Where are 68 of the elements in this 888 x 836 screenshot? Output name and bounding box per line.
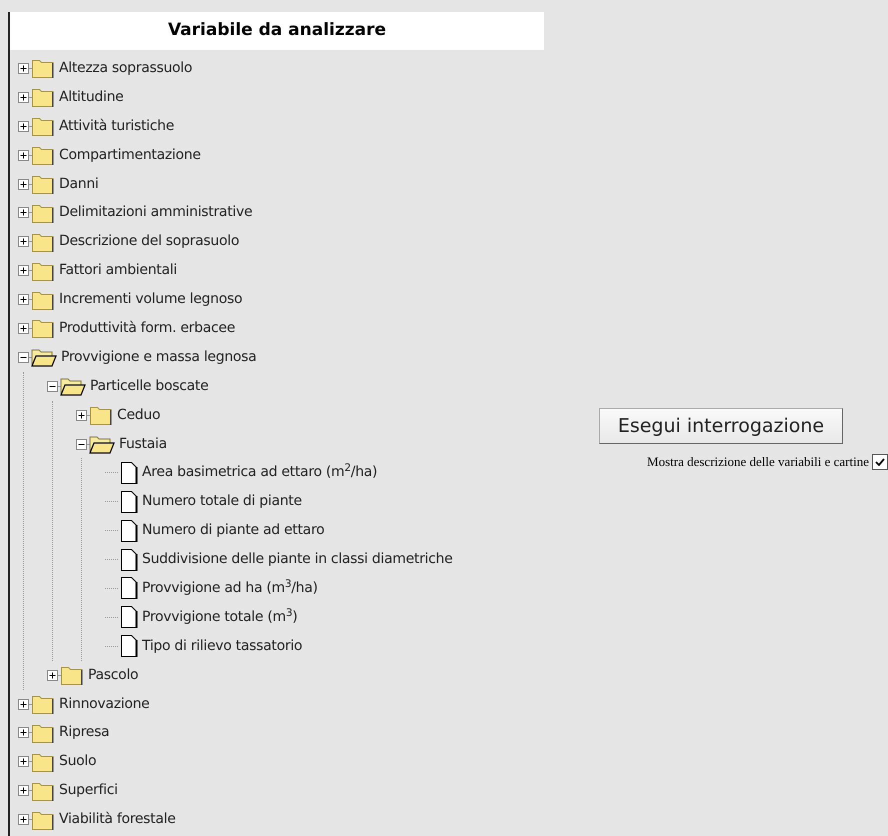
expand-icon[interactable] xyxy=(18,92,29,103)
expand-icon[interactable] xyxy=(18,207,29,218)
tree-item[interactable]: Compartimentazione xyxy=(59,144,201,166)
collapse-icon[interactable] xyxy=(47,380,58,392)
tree-item[interactable]: Descrizione del soprasuolo xyxy=(59,231,240,252)
tree-item[interactable]: Numero di piante ad ettaro xyxy=(142,520,324,542)
folder-icon xyxy=(31,115,55,138)
expand-icon[interactable] xyxy=(76,410,87,421)
document-icon xyxy=(120,460,138,485)
folder-icon xyxy=(60,664,84,686)
run-query-button[interactable]: Esegui interrogazione xyxy=(598,408,844,444)
expand-icon[interactable] xyxy=(18,814,29,826)
show-description-checkbox[interactable] xyxy=(872,454,888,470)
expand-icon[interactable] xyxy=(18,236,29,248)
folder-icon xyxy=(31,317,55,340)
document-icon xyxy=(120,576,138,600)
tree-item[interactable]: Incrementi volume legnoso xyxy=(59,289,242,310)
expand-icon[interactable] xyxy=(18,294,29,306)
tree-item[interactable]: Ceduo xyxy=(117,404,160,426)
tree-item[interactable]: Fattori ambientali xyxy=(59,260,177,282)
folder-icon xyxy=(31,693,55,716)
folder-icon xyxy=(31,173,55,195)
expand-icon[interactable] xyxy=(47,670,58,681)
tree-item[interactable]: Numero totale di piante xyxy=(142,491,302,512)
tree-item[interactable]: Altezza soprassuolo xyxy=(59,58,192,79)
folder-icon xyxy=(31,86,55,108)
folder-icon xyxy=(89,404,113,426)
checkbox-label: Mostra descrizione delle variabili e cartine xyxy=(647,453,869,471)
expand-icon[interactable] xyxy=(18,785,29,796)
tree-item[interactable]: Rinnovazione xyxy=(59,694,150,715)
tree-item[interactable]: Produttività form. erbacee xyxy=(59,318,236,339)
collapse-icon[interactable] xyxy=(18,352,29,363)
tree-item[interactable]: Danni xyxy=(59,174,98,194)
document-icon xyxy=(120,490,138,514)
checkmark-icon xyxy=(875,458,885,466)
document-icon xyxy=(120,605,138,630)
tree-item[interactable]: Provvigione totale (m$^{3}$) xyxy=(142,606,298,628)
tree-item[interactable]: Suolo xyxy=(59,751,96,772)
expand-icon[interactable] xyxy=(18,150,29,161)
expand-icon[interactable] xyxy=(18,120,29,132)
tree-item[interactable]: Altitudine xyxy=(59,86,124,108)
tree-item[interactable]: Delimitazioni amministrative xyxy=(59,202,252,224)
folder-icon xyxy=(31,57,55,80)
expand-icon[interactable] xyxy=(18,727,29,738)
tree-item[interactable]: Ripresa xyxy=(59,722,110,744)
tree-item[interactable]: Provvigione e massa legnosa xyxy=(61,346,256,368)
expand-icon[interactable] xyxy=(18,322,29,334)
tree-item[interactable]: Attività turistiche xyxy=(59,116,174,137)
document-icon xyxy=(120,634,138,658)
tree-item[interactable]: Suddivisione delle piante in classi diametriche xyxy=(142,549,453,570)
tree-item[interactable]: Fustaia xyxy=(119,434,167,455)
tree-item[interactable]: Pascolo xyxy=(88,664,138,686)
panel-title: Variabile da analizzare xyxy=(10,12,544,50)
expand-icon[interactable] xyxy=(18,62,29,74)
tree-item[interactable]: Area basimetrica ad ettaro (m$^{2}$/ha) xyxy=(142,462,378,484)
expand-icon[interactable] xyxy=(18,265,29,276)
folder-icon xyxy=(31,144,55,166)
tree-item[interactable]: Tipo di rilievo tassatorio xyxy=(142,636,302,657)
tree-item[interactable]: Provvigione ad ha (m$^{3}$/ha) xyxy=(142,578,318,599)
document-icon xyxy=(120,548,138,572)
tree-item[interactable]: Particelle boscate xyxy=(90,376,208,397)
expand-icon[interactable] xyxy=(18,178,29,190)
document-icon xyxy=(120,518,138,543)
tree-item[interactable]: Viabilità forestale xyxy=(59,809,176,830)
collapse-icon[interactable] xyxy=(76,438,87,450)
expand-icon[interactable] xyxy=(18,756,29,768)
expand-icon[interactable] xyxy=(18,698,29,710)
tree-item[interactable]: Superfici xyxy=(59,780,118,802)
